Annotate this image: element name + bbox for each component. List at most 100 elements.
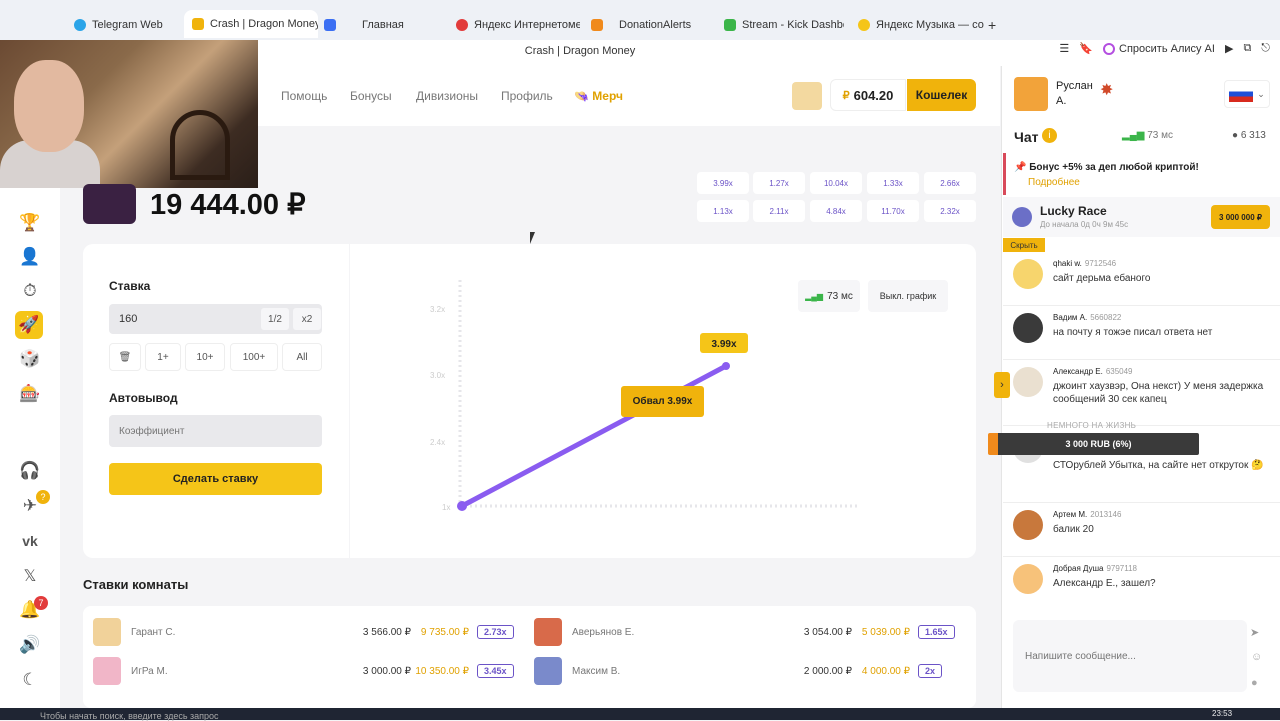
double-button[interactable]: x2 xyxy=(293,308,321,330)
race-icon xyxy=(1012,207,1032,227)
user-avatar[interactable] xyxy=(1014,77,1048,111)
telegram-icon xyxy=(74,19,86,31)
hide-button[interactable]: Скрыть xyxy=(1003,238,1045,252)
stake-input[interactable]: 160 xyxy=(109,304,322,334)
nav-bonuses[interactable]: Бонусы xyxy=(350,89,392,103)
graph-ping: ▂▄▆ 73 мс xyxy=(798,280,860,312)
history-chip[interactable]: 1.13x xyxy=(697,200,749,222)
history-chip[interactable]: 11.70x xyxy=(867,200,919,222)
message-author[interactable]: Добрая Душа 9797118 xyxy=(1053,564,1137,573)
send-icon[interactable]: ➤ xyxy=(1250,626,1259,639)
rocket-icon[interactable]: 🚀 xyxy=(15,311,43,339)
emoji-icon[interactable]: ☺ xyxy=(1251,651,1262,663)
dice-icon[interactable]: 🎲 xyxy=(19,348,41,370)
avatar[interactable] xyxy=(1013,367,1043,397)
make-bet-button[interactable]: Сделать ставку xyxy=(109,463,322,495)
plus-1-button[interactable]: 1+ xyxy=(145,343,181,371)
kick-icon xyxy=(724,19,736,31)
promo-link[interactable]: Подробнее xyxy=(1028,177,1080,188)
history-chip[interactable]: 3.99x xyxy=(697,172,749,194)
room-bet-row: ИгРа М. 3 000.00 ₽ 10 350.00 ₽ 3.45x xyxy=(93,657,514,685)
theme-icon[interactable]: ☾ xyxy=(19,669,41,691)
avatar[interactable] xyxy=(1013,259,1043,289)
slot-icon[interactable]: 🎰 xyxy=(19,383,41,405)
tab-yandex-music[interactable]: Яндекс Музыка — собир xyxy=(858,14,984,36)
bet-win: 10 350.00 ₽ xyxy=(415,665,469,677)
avatar[interactable] xyxy=(1013,510,1043,540)
signal-icon: ▂▄▆ xyxy=(805,291,824,301)
history-chip[interactable]: 1.27x xyxy=(753,172,805,194)
message-author[interactable]: Александр Е. 635049 xyxy=(1053,367,1133,376)
coefficient-input[interactable] xyxy=(109,415,322,447)
alice-button[interactable]: Спросить Алису AI xyxy=(1103,42,1215,55)
message-text: джоинт хаузвэр, Она некст) У меня задерж… xyxy=(1053,381,1264,405)
tab-internetometer[interactable]: Яндекс Интернетометр – xyxy=(456,14,580,36)
x-icon[interactable]: 𝕏 xyxy=(19,565,41,587)
message-author[interactable]: Вадим А. 5660822 xyxy=(1053,313,1121,322)
nav-help[interactable]: Помощь xyxy=(281,89,327,103)
trophy-icon[interactable]: 🏆 xyxy=(19,212,41,234)
plus-100-button[interactable]: 100+ xyxy=(230,343,278,371)
signal-icon: ▂▄▆ xyxy=(1122,130,1145,141)
lucky-prize-button[interactable]: 3 000 000 ₽ xyxy=(1211,205,1270,229)
message-author[interactable]: qhaki w. 9712546 xyxy=(1053,259,1116,268)
end-point xyxy=(722,362,730,370)
y-tick: 3.0x xyxy=(430,371,445,380)
history-chip[interactable]: 2.66x xyxy=(924,172,976,194)
plus-10-button[interactable]: 10+ xyxy=(185,343,225,371)
dice-avatar[interactable] xyxy=(792,82,822,110)
all-button[interactable]: All xyxy=(282,343,322,371)
left-nav: 🏆 👤 ⏱ 🚀 🎲 🎰 🎧 ✈ ? vk 𝕏 🔔 7 🔊 ☾ xyxy=(0,188,60,708)
info-icon[interactable]: i xyxy=(1042,128,1057,143)
menu-icon[interactable]: ☰ xyxy=(1059,42,1069,55)
sound-icon[interactable]: 🔊 xyxy=(19,634,41,656)
merch-icon: 👒 xyxy=(574,89,589,103)
extensions-icon[interactable]: ⧉ xyxy=(1243,42,1251,55)
bettor-name: Гарант С. xyxy=(131,626,176,638)
avatar[interactable] xyxy=(1013,313,1043,343)
share-icon[interactable]: ⎋ xyxy=(1261,42,1270,55)
online-count: ● 6 313 xyxy=(1232,130,1266,141)
history-chip[interactable]: 1.33x xyxy=(867,172,919,194)
nav-profile[interactable]: Профиль xyxy=(501,89,553,103)
support-icon[interactable]: 🎧 xyxy=(19,460,41,482)
profile-icon[interactable]: 👤 xyxy=(19,246,41,268)
tab-telegram[interactable]: Telegram Web xyxy=(74,14,174,36)
clear-button[interactable]: 🗑 xyxy=(109,343,141,371)
message-author[interactable]: Артем М. 2013146 xyxy=(1053,510,1121,519)
room-bets-title: Ставки комнаты xyxy=(83,577,189,592)
user-subname: А. xyxy=(1056,95,1067,107)
vk-icon[interactable]: vk xyxy=(19,530,41,552)
history-chip[interactable]: 4.84x xyxy=(810,200,862,222)
nav-divisions[interactable]: Дивизионы xyxy=(416,89,478,103)
bettor-name: Максим В. xyxy=(572,665,621,677)
wallet-button[interactable]: Кошелек xyxy=(907,79,976,111)
promo-banner xyxy=(1003,153,1280,195)
history-chip[interactable]: 2.32x xyxy=(924,200,976,222)
language-select[interactable]: ⌄ xyxy=(1224,80,1270,108)
drop-icon[interactable]: ● xyxy=(1251,677,1258,689)
avatar[interactable] xyxy=(1013,564,1043,594)
player-icon[interactable]: ▶ xyxy=(1225,42,1233,55)
half-button[interactable]: 1/2 xyxy=(261,308,289,330)
new-tab-icon[interactable]: + xyxy=(988,14,1002,36)
message-divider xyxy=(1003,305,1280,306)
message-text: балик 20 xyxy=(1053,524,1094,535)
bookmark-icon[interactable]: 🔖 xyxy=(1079,42,1093,55)
tab-kick[interactable]: Stream - Kick Dashboard xyxy=(724,14,844,36)
play-icon xyxy=(324,19,336,31)
history-chip[interactable]: 10.04x xyxy=(810,172,862,194)
current-mult: 3.99x xyxy=(711,339,736,350)
avatar xyxy=(93,657,121,685)
tab-home[interactable]: Главная xyxy=(324,14,424,36)
toggle-graph-button[interactable]: Выкл. график xyxy=(868,280,948,312)
timer-icon[interactable]: ⏱ xyxy=(19,280,41,302)
tab-donationalerts[interactable]: DonationAlerts xyxy=(591,14,701,36)
chat-input[interactable] xyxy=(1013,620,1247,692)
expand-chat-button[interactable]: › xyxy=(994,372,1010,398)
history-chip[interactable]: 2.11x xyxy=(753,200,805,222)
music-icon xyxy=(858,19,870,31)
nav-merch[interactable]: 👒 Мерч xyxy=(574,89,623,103)
tab-dragon-money[interactable]: Crash | Dragon Money✕ xyxy=(184,10,318,38)
y-tick: 3.2x xyxy=(430,305,445,314)
